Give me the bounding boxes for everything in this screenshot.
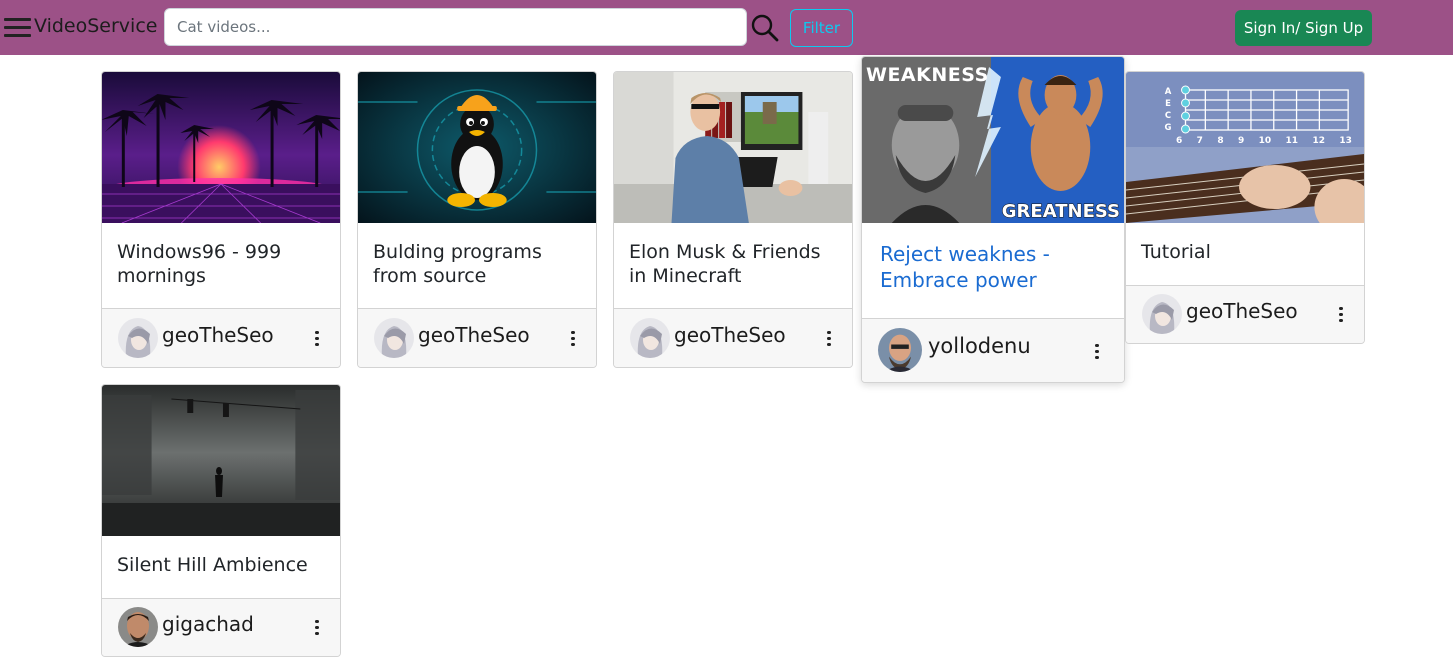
fret-number: 11	[1285, 136, 1299, 146]
video-title[interactable]: Bulding programs from source	[373, 240, 584, 288]
string-label: A	[1164, 87, 1172, 97]
video-card-footer: geoTheSeo	[102, 308, 340, 367]
video-card[interactable]: WEAKNESS GREATNESS Reject weaknes - Embr…	[861, 56, 1125, 383]
more-options-icon[interactable]	[570, 328, 576, 348]
avatar[interactable]	[630, 318, 670, 358]
video-title[interactable]: Windows96 - 999 mornings	[117, 240, 328, 288]
video-thumbnail[interactable]: A E C G 6 7 8 9 10 11 12 13	[1126, 72, 1364, 223]
brand-title[interactable]: VideoService	[34, 15, 157, 37]
video-card-footer: yollodenu	[862, 318, 1124, 382]
navbar: VideoService Filter Sign In/ Sign Up	[0, 0, 1453, 55]
fret-number: 7	[1196, 136, 1203, 146]
more-options-icon[interactable]	[1338, 304, 1344, 324]
search-icon[interactable]	[750, 13, 780, 43]
video-card[interactable]: Silent Hill Ambience gigachad	[101, 384, 341, 657]
author-name[interactable]: yollodenu	[928, 334, 1031, 358]
video-thumbnail[interactable]	[102, 385, 340, 536]
video-card-footer: geoTheSeo	[358, 308, 596, 367]
video-card-footer: geoTheSeo	[614, 308, 852, 367]
fret-numbers: 6 7 8 9 10 11 12 13	[1176, 136, 1352, 146]
video-title[interactable]: Elon Musk & Friends in Minecraft	[629, 240, 840, 288]
author-name[interactable]: geoTheSeo	[162, 323, 274, 347]
more-options-icon[interactable]	[826, 328, 832, 348]
video-thumbnail[interactable]	[358, 72, 596, 223]
fret-number: 6	[1176, 136, 1183, 146]
avatar[interactable]	[118, 607, 158, 647]
string-label: C	[1164, 111, 1172, 121]
more-options-icon[interactable]	[314, 617, 320, 637]
more-options-icon[interactable]	[314, 328, 320, 348]
thumbnail-text-bottom: GREATNESS	[1001, 201, 1120, 223]
video-card[interactable]: Bulding programs from source geoTheSeo	[357, 71, 597, 368]
author-name[interactable]: geoTheSeo	[418, 323, 530, 347]
string-labels: A E C G	[1163, 86, 1173, 134]
video-thumbnail[interactable]: WEAKNESS GREATNESS	[862, 57, 1124, 223]
video-card[interactable]: Windows96 - 999 mornings geoTheSeo	[101, 71, 341, 368]
avatar[interactable]	[374, 318, 414, 358]
video-title[interactable]: Reject weaknes - Embrace power	[880, 241, 1112, 293]
fret-number: 13	[1339, 136, 1352, 146]
thumbnail-text-top: WEAKNESS	[866, 64, 989, 86]
fret-number: 9	[1237, 136, 1245, 146]
sign-in-button[interactable]: Sign In/ Sign Up	[1235, 10, 1372, 46]
more-options-icon[interactable]	[1094, 341, 1100, 361]
video-card[interactable]: Elon Musk & Friends in Minecraft geoTheS…	[613, 71, 853, 368]
search-input[interactable]	[164, 8, 747, 46]
video-thumbnail[interactable]	[614, 72, 852, 223]
menu-icon[interactable]	[4, 16, 31, 38]
fret-number: 12	[1312, 136, 1325, 146]
string-label: G	[1164, 123, 1172, 133]
string-label: E	[1165, 99, 1171, 109]
fret-number: 8	[1217, 136, 1224, 146]
video-card-footer: geoTheSeo	[1126, 285, 1364, 343]
video-thumbnail[interactable]	[102, 72, 340, 223]
author-name[interactable]: geoTheSeo	[1186, 299, 1298, 323]
video-card[interactable]: A E C G 6 7 8 9 10 11 12 13 Tutorial geo…	[1125, 71, 1365, 344]
video-title[interactable]: Tutorial	[1141, 240, 1352, 264]
fret-number: 10	[1258, 136, 1272, 146]
video-card-footer: gigachad	[102, 598, 340, 656]
avatar[interactable]	[1142, 294, 1182, 334]
author-name[interactable]: gigachad	[162, 612, 254, 636]
filter-button[interactable]: Filter	[790, 9, 853, 47]
avatar[interactable]	[878, 328, 922, 372]
avatar[interactable]	[118, 318, 158, 358]
video-title[interactable]: Silent Hill Ambience	[117, 553, 328, 577]
author-name[interactable]: geoTheSeo	[674, 323, 786, 347]
